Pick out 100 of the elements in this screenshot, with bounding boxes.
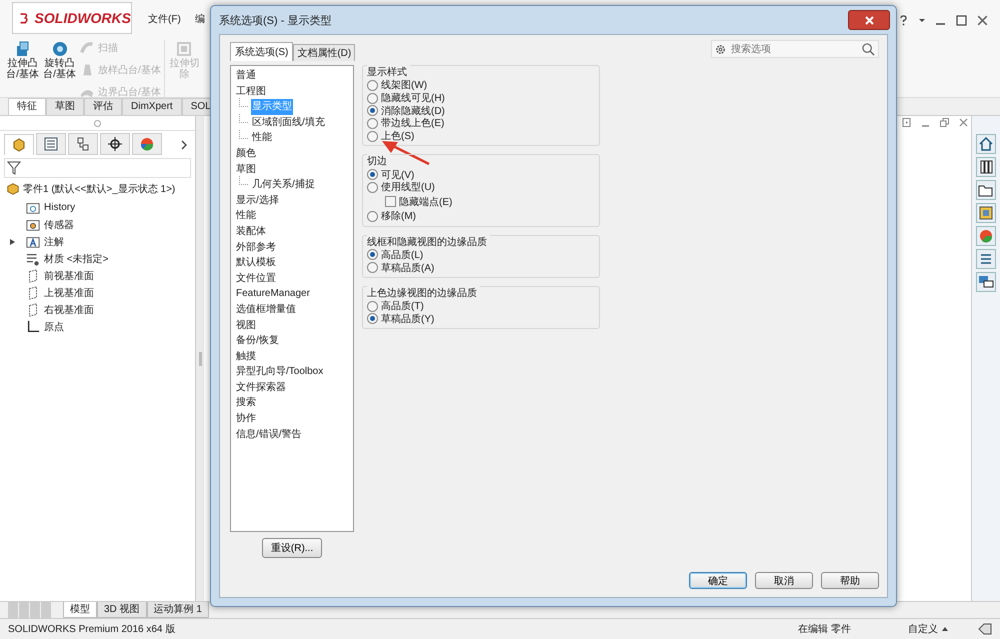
tile-icon[interactable] — [902, 118, 911, 127]
radio-button[interactable] — [367, 118, 378, 129]
close-button[interactable] — [848, 10, 890, 30]
dialog-tab[interactable]: 系统选项(S) — [230, 42, 294, 61]
close-icon[interactable] — [959, 118, 968, 127]
palette-icon[interactable] — [976, 203, 996, 223]
radio-button[interactable] — [367, 80, 378, 91]
command-tab[interactable]: 特征 — [8, 98, 46, 115]
tree-item[interactable]: 触摸 — [235, 348, 257, 364]
help-icon[interactable] — [898, 14, 909, 26]
command-tab[interactable]: 评估 — [84, 98, 122, 115]
radio-button[interactable] — [367, 130, 378, 142]
option-label[interactable]: 隐藏线可见(H) — [381, 91, 445, 106]
settings-icon[interactable] — [715, 44, 726, 54]
tree-item[interactable]: 装配体 — [235, 224, 267, 240]
units-dropdown[interactable]: 自定义 — [908, 622, 938, 636]
home-icon[interactable] — [976, 134, 996, 154]
dialog-button[interactable]: 取消 — [755, 572, 813, 589]
tree-item[interactable]: 备份/恢复 — [235, 333, 280, 349]
command-tab[interactable]: DimXpert — [122, 98, 182, 115]
tree-item[interactable]: 区域剖面线/填充 — [251, 114, 326, 130]
chat-icon[interactable] — [976, 272, 996, 292]
tree-item[interactable]: 协作 — [235, 411, 257, 427]
radio-button[interactable] — [367, 300, 378, 312]
configuration-tab[interactable] — [68, 133, 98, 155]
radio-button[interactable] — [367, 182, 378, 193]
tree-item[interactable]: 材质 <未指定> — [44, 252, 108, 266]
tree-item[interactable]: 普通 — [235, 68, 257, 84]
tree-item[interactable]: 前视基准面 — [44, 268, 94, 282]
option-label[interactable]: 高品质(L) — [381, 248, 424, 262]
restore-icon[interactable] — [940, 118, 949, 127]
option-label[interactable]: 上色(S) — [381, 129, 414, 144]
tree-item[interactable]: 异型孔向导/Toolbox — [235, 364, 324, 380]
search-field[interactable]: 搜索选项 — [711, 40, 879, 58]
radio-button[interactable] — [367, 210, 378, 222]
radio-button[interactable] — [367, 169, 378, 180]
maximize-icon[interactable] — [956, 14, 967, 26]
filter-icon[interactable] — [7, 161, 21, 175]
bottom-tab[interactable]: 模型 — [63, 602, 97, 618]
radio-button[interactable] — [367, 313, 378, 324]
close-icon[interactable] — [977, 14, 988, 26]
option-label[interactable]: 草稿品质(A) — [381, 260, 434, 275]
tree-item[interactable]: 搜索 — [235, 395, 257, 412]
dimxpert-tab[interactable] — [100, 133, 130, 155]
appearance-tab[interactable] — [132, 133, 162, 155]
tree-item[interactable]: 信息/错误/警告 — [235, 426, 303, 442]
tree-root-label[interactable]: 零件1 (默认<<默认>_显示状态 1>) — [23, 182, 176, 196]
tree-item[interactable]: 注解 — [44, 234, 64, 248]
radio-button[interactable] — [367, 92, 378, 104]
tree-item[interactable]: 颜色 — [235, 146, 257, 162]
toolbar-button[interactable]: 旋转凸台/基体 — [42, 40, 77, 80]
search-icon[interactable] — [862, 42, 875, 56]
search-input[interactable]: 搜索选项 — [729, 42, 859, 56]
tree-item[interactable]: FeatureManager — [235, 286, 311, 302]
tree-item[interactable]: 选值框增量值 — [235, 302, 297, 318]
feature-manager-tab[interactable] — [4, 134, 34, 155]
option-label[interactable]: 移除(M) — [381, 209, 416, 224]
expand-arrow-icon[interactable] — [10, 239, 15, 245]
tree-item[interactable]: 外部参考 — [235, 240, 277, 256]
tree-item[interactable]: 文件位置 — [235, 270, 277, 286]
option-label[interactable]: 高品质(T) — [381, 299, 424, 314]
tag-icon[interactable] — [978, 623, 992, 635]
books-icon[interactable] — [976, 157, 996, 177]
tree-item[interactable]: 文件探索器 — [235, 380, 287, 396]
tree-item[interactable]: 传感器 — [44, 218, 74, 232]
tree-item[interactable]: 性能 — [251, 130, 273, 146]
command-tab[interactable]: 草图 — [46, 98, 84, 115]
option-label[interactable]: 消除隐藏线(D) — [381, 104, 445, 118]
list-icon[interactable] — [976, 249, 996, 269]
menu-item[interactable]: 编 — [194, 12, 205, 26]
tree-item[interactable]: History — [44, 202, 76, 213]
grip-handle[interactable] — [94, 120, 101, 126]
property-manager-tab[interactable] — [36, 133, 66, 155]
reset-button[interactable]: 重设(R)... — [262, 538, 322, 558]
menu-item[interactable]: 文件(F) — [148, 12, 181, 26]
tree-item[interactable]: 上视基准面 — [44, 286, 94, 300]
option-label[interactable]: 可见(V) — [381, 168, 414, 182]
tree-item[interactable]: 显示/选择 — [235, 192, 280, 208]
option-label[interactable]: 隐藏端点(E) — [399, 194, 452, 209]
tree-item[interactable]: 几何关系/捕捉 — [251, 177, 316, 193]
radio-button[interactable] — [367, 262, 378, 274]
tree-item[interactable]: 原点 — [44, 320, 64, 334]
toolbar-button[interactable]: 拉伸凸台/基体 — [5, 40, 40, 80]
caret-up-icon[interactable] — [942, 627, 948, 631]
splitter-handle[interactable] — [198, 352, 202, 366]
tree-item[interactable]: 默认模板 — [235, 255, 277, 271]
bottom-tab[interactable]: 运动算例 1 — [146, 602, 209, 618]
tree-item[interactable]: 视图 — [235, 318, 257, 334]
radio-button[interactable] — [367, 249, 378, 260]
option-label[interactable]: 带边线上色(E) — [381, 116, 444, 130]
tree-item[interactable]: 右视基准面 — [44, 302, 94, 316]
option-label[interactable]: 草稿品质(Y) — [381, 312, 434, 326]
radio-button[interactable] — [367, 105, 378, 116]
dialog-button[interactable]: 确定 — [689, 572, 747, 589]
dialog-button[interactable]: 帮助 — [821, 572, 879, 589]
dialog-tab[interactable]: 文档属性(D) — [293, 44, 356, 61]
tree-item[interactable]: 工程图 — [235, 84, 267, 100]
option-label[interactable]: 使用线型(U) — [381, 180, 435, 194]
checkbox[interactable] — [385, 196, 396, 208]
chevron-right-icon[interactable] — [181, 140, 187, 150]
